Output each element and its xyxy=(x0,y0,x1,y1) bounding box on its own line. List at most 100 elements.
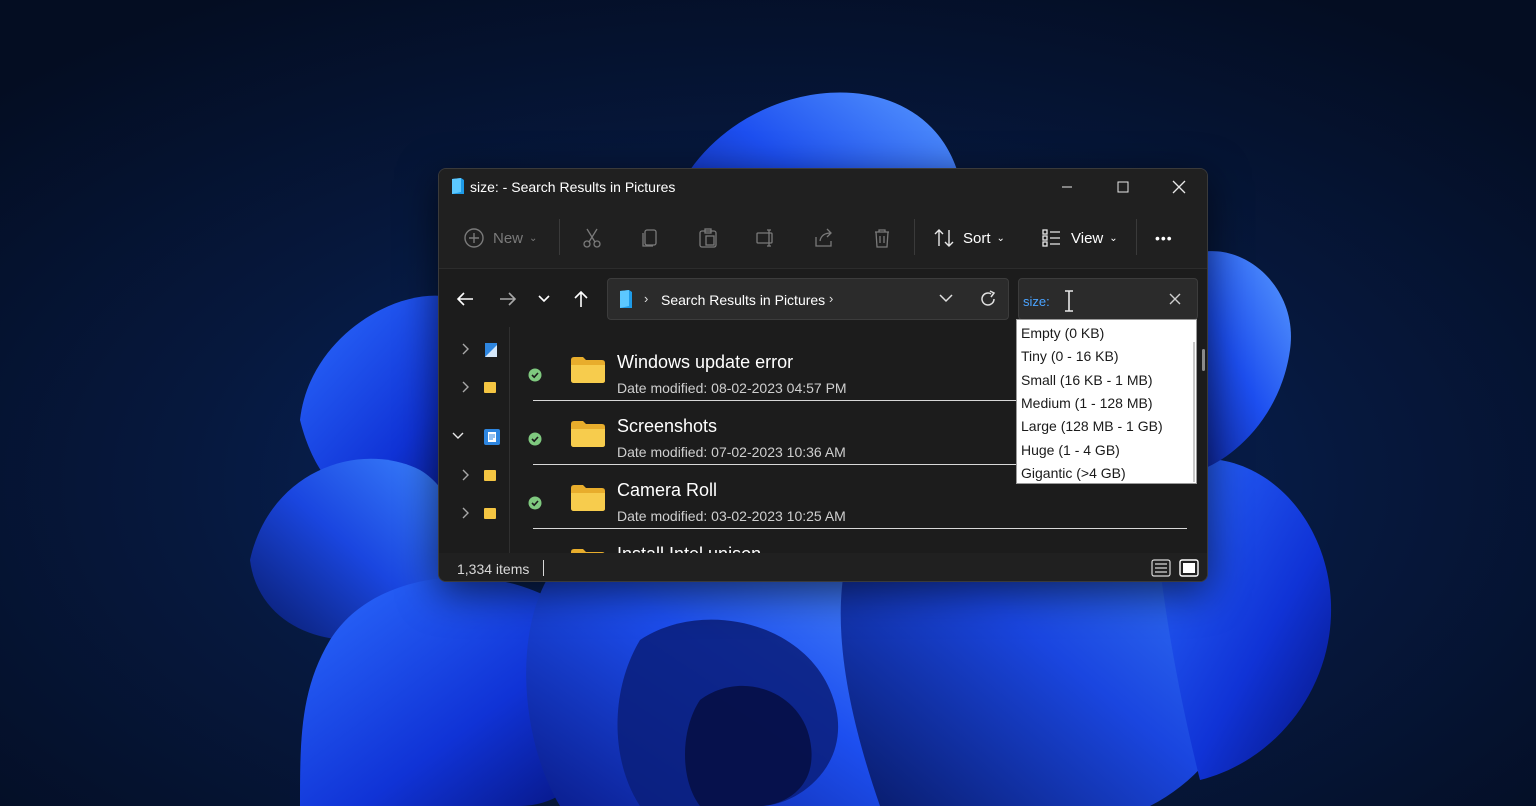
view-label: View xyxy=(1071,229,1104,247)
arrow-left-icon xyxy=(456,292,473,306)
trash-icon xyxy=(875,229,889,248)
size-option-small[interactable]: Small (16 KB - 1 MB) xyxy=(1021,369,1152,391)
refresh-icon xyxy=(981,290,996,306)
sidebar-item-folder[interactable] xyxy=(439,461,509,491)
title-bar[interactable]: size: - Search Results in Pictures xyxy=(439,169,1207,205)
maximize-button[interactable] xyxy=(1095,169,1151,205)
size-option-huge[interactable]: Huge (1 - 4 GB) xyxy=(1021,439,1120,461)
chevron-right-icon[interactable] xyxy=(461,380,471,399)
see-more-button[interactable]: ••• xyxy=(1155,223,1173,253)
list-item[interactable]: Install Intel unison xyxy=(510,530,1190,553)
view-button[interactable]: View ⌄ xyxy=(1041,223,1118,253)
toolbar-divider xyxy=(914,219,915,255)
new-button[interactable]: New ⌄ xyxy=(463,223,537,253)
sort-label: Sort xyxy=(963,229,991,247)
address-history-button[interactable] xyxy=(938,291,954,310)
breadcrumb-current[interactable]: Search Results in Pictures xyxy=(661,292,825,308)
chevron-down-icon: ⌄ xyxy=(996,232,1005,244)
arrow-right-icon xyxy=(500,292,517,306)
chevron-down-icon: ⌄ xyxy=(529,232,538,244)
sidebar-item-documents[interactable] xyxy=(439,421,509,451)
size-option-large[interactable]: Large (128 MB - 1 GB) xyxy=(1021,415,1163,437)
text-cursor-icon xyxy=(1062,290,1076,317)
folder-icon xyxy=(483,380,497,399)
new-label: New xyxy=(493,229,524,247)
large-icons-view-button[interactable] xyxy=(1179,559,1199,581)
size-filter-dropdown: Empty (0 KB) Tiny (0 - 16 KB) Small (16 … xyxy=(1016,319,1197,484)
sort-icon xyxy=(934,229,954,247)
gallery-icon xyxy=(483,342,499,363)
toolbar-divider xyxy=(559,219,560,255)
chevron-down-icon xyxy=(538,295,550,303)
chevron-down-icon xyxy=(939,294,953,303)
copy-button[interactable] xyxy=(639,223,661,253)
chevron-down-icon[interactable] xyxy=(451,428,465,446)
details-view-icon xyxy=(1151,559,1171,577)
clipboard-icon xyxy=(699,228,717,248)
scrollbar-thumb[interactable] xyxy=(1202,349,1205,371)
close-icon xyxy=(1172,180,1186,194)
chevron-down-icon: ⌄ xyxy=(1109,232,1118,244)
sidebar-item-folder[interactable] xyxy=(439,373,509,403)
search-input[interactable] xyxy=(1023,291,1163,311)
up-button[interactable] xyxy=(569,287,593,311)
file-date: Date modified: 03-02-2023 10:25 AM xyxy=(617,508,846,524)
breadcrumb-separator[interactable]: › xyxy=(644,291,648,306)
navigation-pane xyxy=(439,327,509,553)
minimize-button[interactable] xyxy=(1039,169,1095,205)
details-view-button[interactable] xyxy=(1151,559,1171,581)
share-button[interactable] xyxy=(813,223,835,253)
dropdown-scrollbar[interactable] xyxy=(1193,342,1195,482)
minimize-icon xyxy=(1062,186,1072,188)
back-button[interactable] xyxy=(453,287,477,311)
address-bar[interactable]: › Search Results in Pictures › xyxy=(607,278,1009,320)
copy-icon xyxy=(642,229,657,247)
cut-button[interactable] xyxy=(581,223,603,253)
plus-circle-icon xyxy=(464,228,484,248)
maximize-icon xyxy=(1117,181,1129,193)
sidebar-item-gallery[interactable] xyxy=(439,335,509,365)
pictures-folder-icon xyxy=(450,177,466,200)
view-list-icon xyxy=(1042,229,1060,247)
folder-icon xyxy=(570,420,606,453)
search-box[interactable] xyxy=(1018,278,1198,320)
status-bar: 1,334 items xyxy=(439,553,1207,581)
tiles-view-icon xyxy=(1179,559,1199,577)
sort-button[interactable]: Sort ⌄ xyxy=(933,223,1005,253)
file-name: Windows update error xyxy=(617,352,794,372)
forward-button[interactable] xyxy=(496,287,520,311)
delete-button[interactable] xyxy=(871,223,893,253)
paste-button[interactable] xyxy=(697,223,719,253)
breadcrumb-separator[interactable]: › xyxy=(829,291,833,306)
chevron-right-icon[interactable] xyxy=(461,342,471,361)
synced-check-icon xyxy=(528,368,542,387)
size-option-medium[interactable]: Medium (1 - 128 MB) xyxy=(1021,392,1152,414)
status-divider xyxy=(543,560,544,576)
synced-check-icon xyxy=(528,496,542,515)
arrow-up-icon xyxy=(574,290,588,307)
file-name: Screenshots xyxy=(617,416,718,436)
sidebar-item-folder[interactable] xyxy=(439,499,509,529)
folder-icon xyxy=(570,484,606,517)
recent-locations-button[interactable] xyxy=(532,287,556,311)
file-name: Camera Roll xyxy=(617,480,718,500)
file-date: Date modified: 07-02-2023 10:36 AM xyxy=(617,444,846,460)
rename-button[interactable] xyxy=(755,223,777,253)
size-option-gigantic[interactable]: Gigantic (>4 GB) xyxy=(1021,462,1126,484)
close-button[interactable] xyxy=(1151,169,1207,205)
folder-icon xyxy=(483,468,497,487)
pictures-folder-icon xyxy=(618,289,634,314)
share-icon xyxy=(815,228,832,247)
chevron-right-icon[interactable] xyxy=(461,506,471,525)
size-option-tiny[interactable]: Tiny (0 - 16 KB) xyxy=(1021,345,1119,367)
clear-search-button[interactable] xyxy=(1169,292,1181,310)
folder-icon xyxy=(483,506,497,525)
window-title: size: - Search Results in Pictures xyxy=(470,179,676,195)
command-bar: New ⌄ Sort ⌄ View ⌄ ••• xyxy=(439,205,1207,269)
refresh-button[interactable] xyxy=(978,289,998,314)
chevron-right-icon[interactable] xyxy=(461,468,471,487)
folder-icon xyxy=(570,356,606,389)
close-icon xyxy=(1169,293,1181,305)
size-option-empty[interactable]: Empty (0 KB) xyxy=(1021,322,1104,344)
file-name: Install Intel unison xyxy=(617,544,761,553)
